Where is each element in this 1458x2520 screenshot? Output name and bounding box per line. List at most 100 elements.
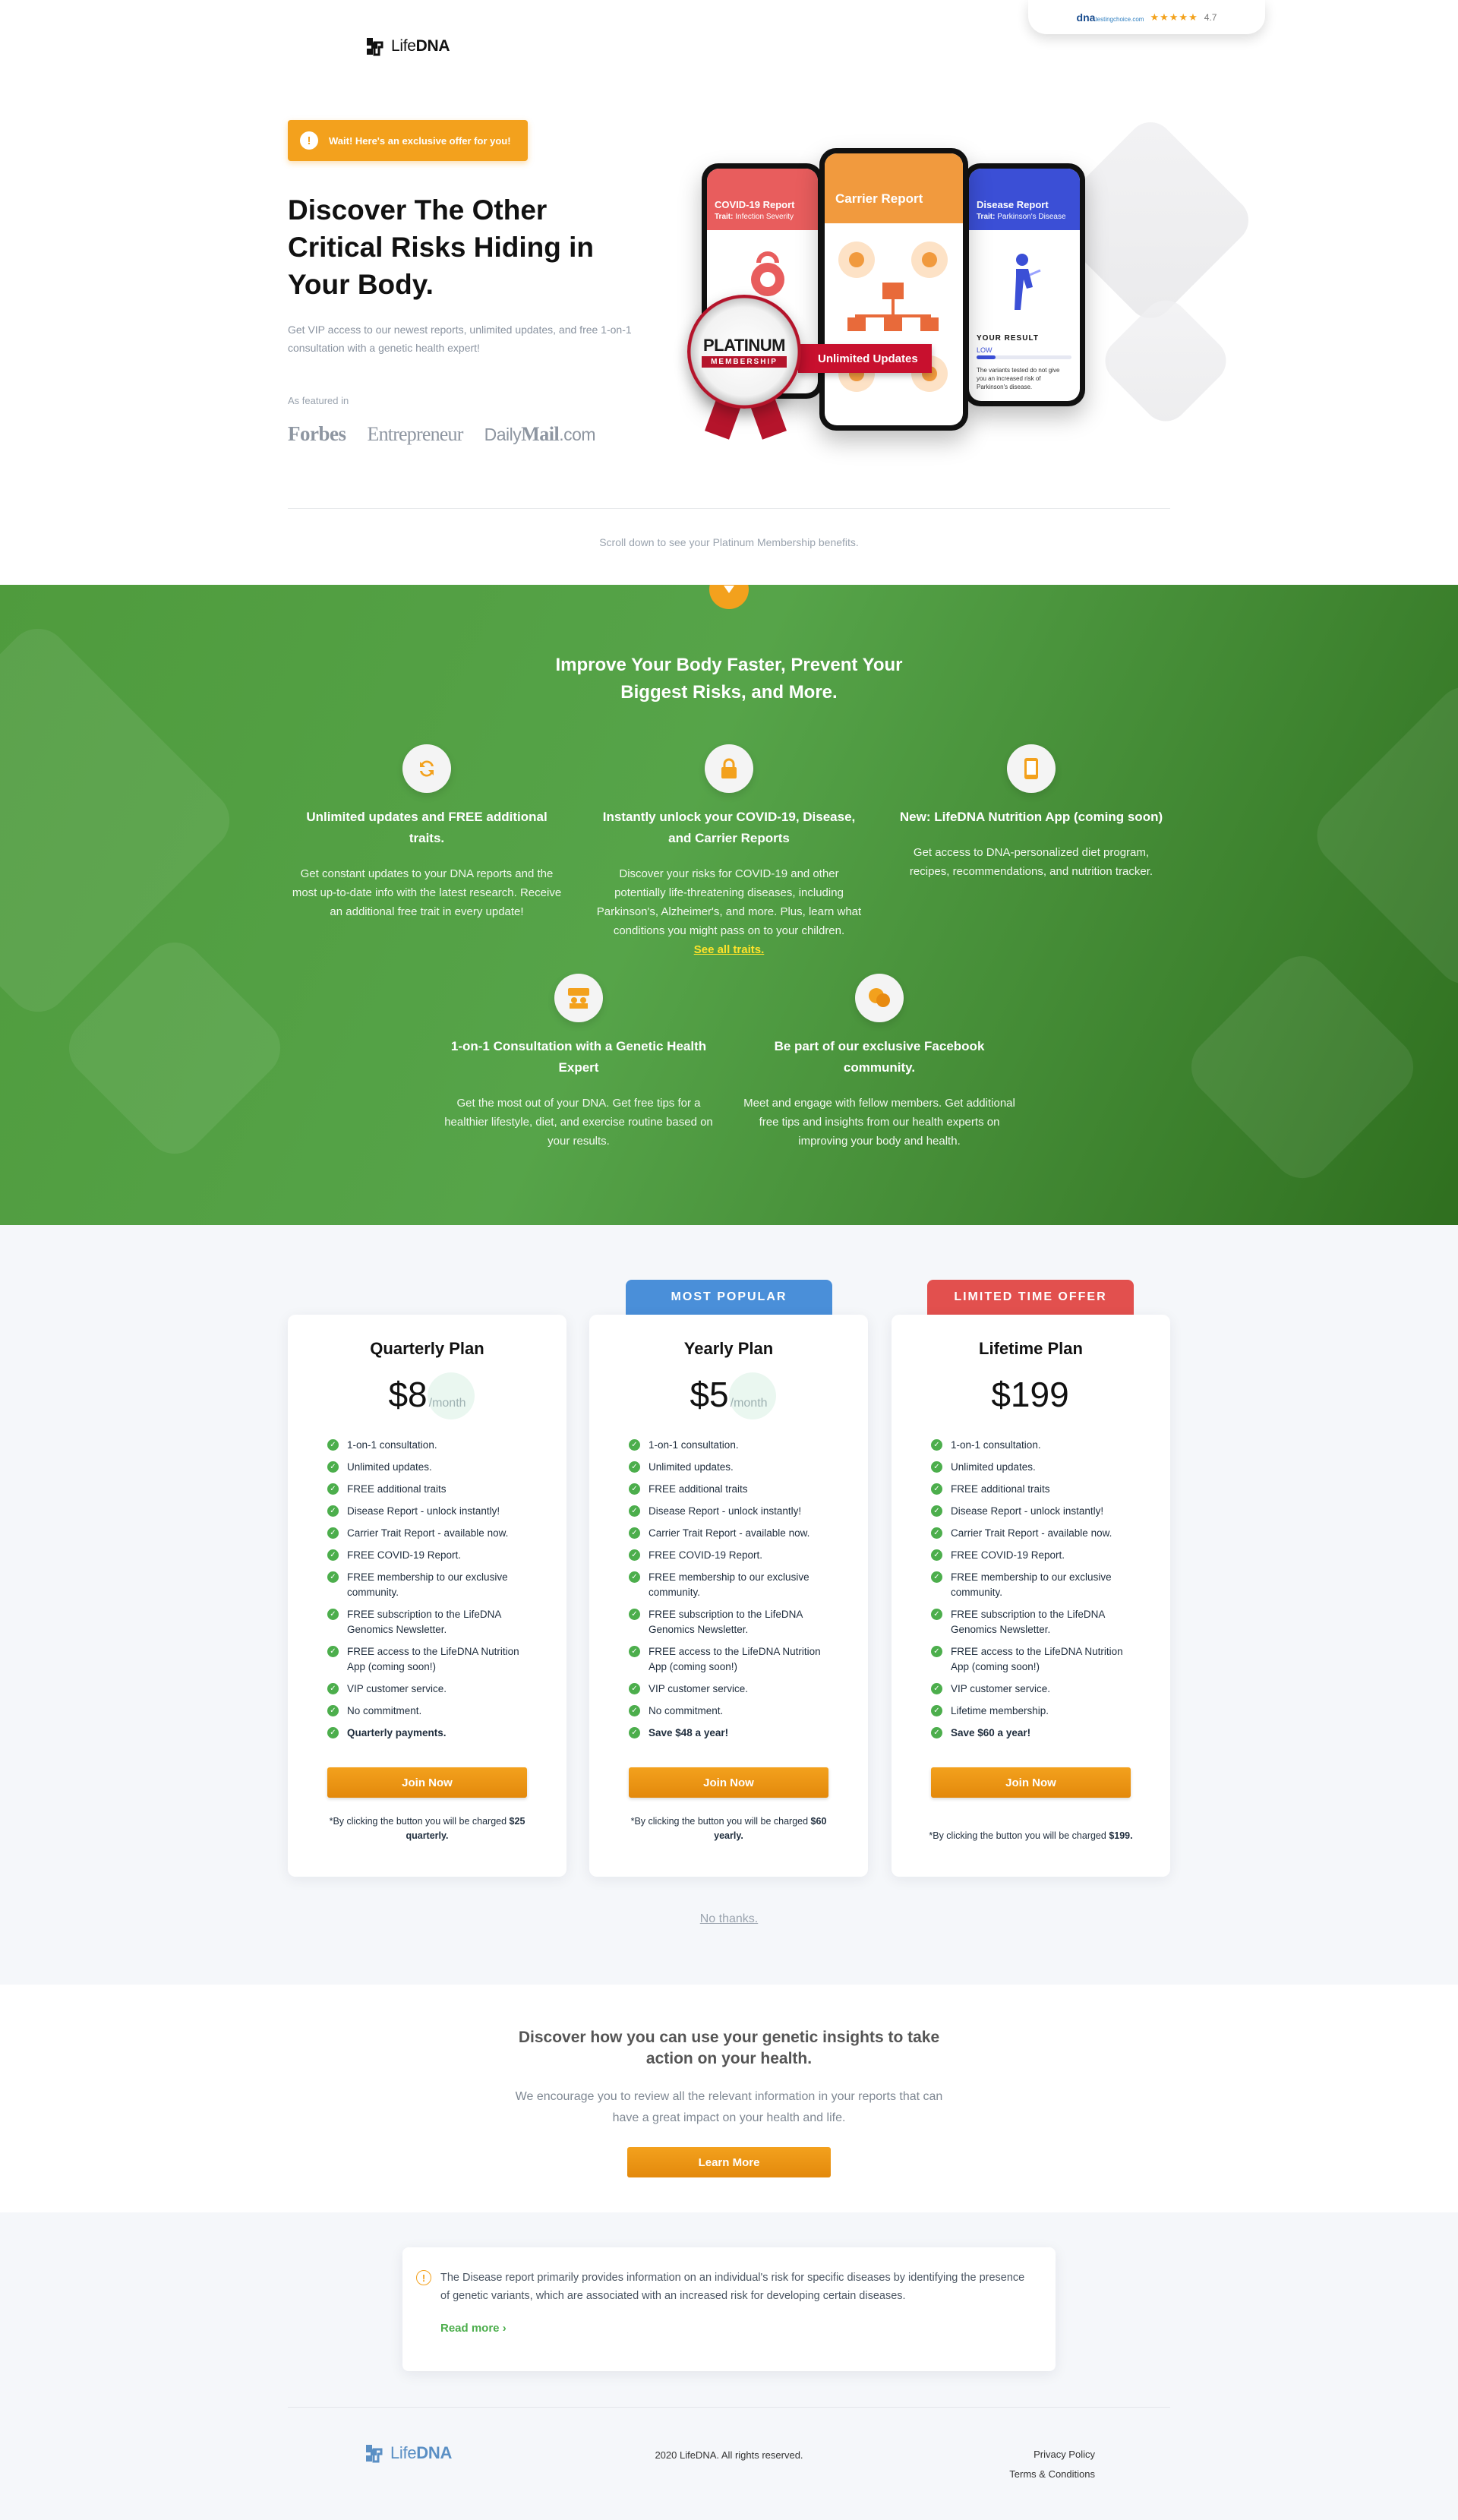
- benefit-text: Get access to DNA-personalized diet prog…: [909, 846, 1153, 878]
- check-icon: ✓: [327, 1527, 339, 1539]
- dailymail-logo: DailyMail.com: [484, 422, 596, 445]
- person-icon: [1015, 254, 1041, 310]
- rating-score: 4.7: [1204, 11, 1217, 23]
- plan-feature: ✓ FREE additional traits: [327, 1482, 532, 1497]
- plan-card-yearly: Yearly Plan $5/month ✓ 1-on-1 consultatio…: [589, 1315, 868, 1877]
- copyright: 2020 LifeDNA. All rights reserved.: [655, 2449, 803, 2461]
- plan-feature: ✓ FREE COVID-19 Report.: [327, 1548, 532, 1563]
- plan-feature: ✓ Disease Report - unlock instantly!: [327, 1504, 532, 1519]
- plan-feature: ✓ No commitment.: [327, 1704, 532, 1719]
- scroll-note: Scroll down to see your Platinum Members…: [599, 536, 859, 548]
- benefit-unlimited-updates: Unlimited updates and FREE additional tr…: [290, 744, 563, 921]
- warning-icon: !: [416, 2270, 431, 2285]
- terms-link[interactable]: Terms & Conditions: [1009, 2465, 1095, 2484]
- plan-feature: ✓ FREE COVID-19 Report.: [629, 1548, 834, 1563]
- check-icon: ✓: [327, 1571, 339, 1583]
- check-icon: ✓: [629, 1461, 640, 1473]
- chevron-right-icon: ›: [502, 2322, 507, 2335]
- check-icon: ✓: [931, 1439, 942, 1451]
- join-now-button[interactable]: Join Now: [327, 1767, 527, 1798]
- see-all-traits-link[interactable]: See all traits.: [694, 943, 765, 956]
- notice-text: The Disease report primarily provides in…: [440, 2272, 1025, 2302]
- pricing-section: MOST POPULAR LIMITED TIME OFFER Quarterl…: [0, 1225, 1458, 1985]
- plan-feature: ✓ Disease Report - unlock instantly!: [629, 1504, 834, 1519]
- benefit-nutrition-app: New: LifeDNA Nutrition App (coming soon)…: [895, 744, 1168, 881]
- scroll-down-button[interactable]: [709, 585, 749, 609]
- check-icon: ✓: [931, 1483, 942, 1495]
- benefit-text: Get the most out of your DNA. Get free t…: [444, 1097, 713, 1148]
- disease-report-header: Disease Report Trait: Parkinson's Diseas…: [969, 169, 1080, 230]
- featured-label: As featured in: [288, 395, 349, 406]
- plan-card-lifetime: Lifetime Plan $199 ✓ 1-on-1 consultation.…: [892, 1315, 1170, 1877]
- rating-widget[interactable]: dnatestingchoice.com ★★★★★ 4.7: [1028, 0, 1265, 34]
- decorative-diamond: [1304, 674, 1458, 997]
- check-icon: ✓: [629, 1571, 640, 1583]
- entrepreneur-logo: Entrepreneur: [367, 422, 463, 445]
- offer-text: Wait! Here's an exclusive offer for you!: [329, 134, 511, 147]
- forbes-logo: Forbes: [288, 422, 346, 445]
- check-icon: ✓: [629, 1683, 640, 1694]
- lock-icon: [705, 744, 753, 793]
- plan-feature: ✓ 1-on-1 consultation.: [629, 1438, 834, 1453]
- check-icon: ✓: [931, 1609, 942, 1620]
- decorative-diamond: [1179, 943, 1426, 1191]
- discover-title: Discover how you can use your genetic in…: [518, 2029, 940, 2067]
- benefit-consultation: 1-on-1 Consultation with a Genetic Healt…: [442, 974, 715, 1151]
- plan-feature-list: ✓ 1-on-1 consultation. ✓ Unlimited updates…: [931, 1438, 1136, 1741]
- check-icon: ✓: [629, 1527, 640, 1539]
- check-icon: ✓: [327, 1683, 339, 1694]
- result-label: YOUR RESULT: [977, 334, 1039, 343]
- press-logos: Forbes Entrepreneur DailyMail.com: [288, 422, 596, 446]
- privacy-policy-link[interactable]: Privacy Policy: [1009, 2445, 1095, 2465]
- plan-name: Lifetime Plan: [979, 1339, 1083, 1358]
- plan-feature-list: ✓ 1-on-1 consultation. ✓ Unlimited updates…: [629, 1438, 834, 1741]
- plan-feature: ✓ Lifetime membership.: [931, 1704, 1136, 1719]
- plan-feature: ✓ Carrier Trait Report - available now.: [629, 1526, 834, 1541]
- benefit-title: New: LifeDNA Nutrition App (coming soon): [899, 810, 1163, 824]
- check-icon: ✓: [629, 1705, 640, 1716]
- logo-text: LifeDNA: [391, 37, 450, 55]
- check-icon: ✓: [629, 1439, 640, 1451]
- plan-feature: ✓ Unlimited updates.: [629, 1460, 834, 1475]
- plan-feature: ✓ VIP customer service.: [327, 1682, 532, 1697]
- join-now-button[interactable]: Join Now: [629, 1767, 828, 1798]
- exclusive-offer-banner: ! Wait! Here's an exclusive offer for yo…: [288, 120, 528, 161]
- plan-feature: ✓ FREE membership to our exclusive commun…: [931, 1570, 1136, 1600]
- plan-feature: ✓ VIP customer service.: [931, 1682, 1136, 1697]
- phone-icon: [1007, 744, 1056, 793]
- consultation-icon: [554, 974, 603, 1022]
- check-icon: ✓: [629, 1646, 640, 1657]
- benefit-facebook-community: Be part of our exclusive Facebook commun…: [743, 974, 1016, 1151]
- result-value: LOW: [977, 346, 993, 354]
- plan-feature: ✓ No commitment.: [629, 1704, 834, 1719]
- result-bar: [977, 355, 1071, 359]
- lifedna-logo[interactable]: LifeDNA: [364, 35, 450, 58]
- disease-report-notice: ! The Disease report primarily provides …: [402, 2247, 1056, 2371]
- benefit-unlock-reports: Instantly unlock your COVID-19, Disease,…: [592, 744, 866, 959]
- benefit-title: Instantly unlock your COVID-19, Disease,…: [602, 810, 856, 845]
- join-now-button[interactable]: Join Now: [931, 1767, 1131, 1798]
- check-icon: ✓: [629, 1549, 640, 1561]
- check-icon: ✓: [931, 1683, 942, 1694]
- plan-feature: ✓ FREE COVID-19 Report.: [931, 1548, 1136, 1563]
- check-icon: ✓: [327, 1461, 339, 1473]
- plan-feature: ✓ Disease Report - unlock instantly!: [931, 1504, 1136, 1519]
- plan-feature: ✓ FREE additional traits: [931, 1482, 1136, 1497]
- read-more-link[interactable]: Read more ›: [440, 2322, 507, 2335]
- plan-feature: ✓ FREE subscription to the LifeDNA Genomi…: [931, 1607, 1136, 1637]
- hero-subtitle: Get VIP access to our newest reports, un…: [288, 324, 632, 354]
- lifedna-logo-icon: [367, 38, 383, 56]
- check-icon: ✓: [327, 1705, 339, 1716]
- check-icon: ✓: [931, 1549, 942, 1561]
- plan-feature: ✓ Carrier Trait Report - available now.: [327, 1526, 532, 1541]
- learn-more-button[interactable]: Learn More: [627, 2147, 831, 2177]
- rating-brand: dnatestingchoice.com: [1076, 11, 1144, 24]
- discover-text: We encourage you to review all the relev…: [515, 2090, 943, 2124]
- footer: ! The Disease report primarily provides …: [0, 2212, 1458, 2520]
- plan-feature: ✓ FREE additional traits: [629, 1482, 834, 1497]
- covid-report-header: COVID-19 Report Trait: Infection Severit…: [707, 169, 818, 230]
- no-thanks-link[interactable]: No thanks.: [288, 1912, 1170, 1926]
- check-icon: ✓: [931, 1527, 942, 1539]
- charge-note: *By clicking the button you will be char…: [630, 1816, 827, 1841]
- plan-price: $199: [991, 1375, 1069, 1414]
